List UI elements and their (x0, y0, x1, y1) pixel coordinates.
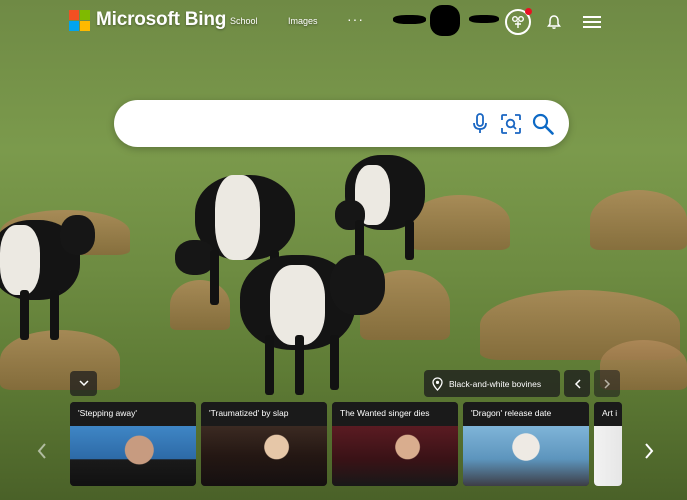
carousel-next-button[interactable] (639, 438, 659, 464)
bing-logo[interactable]: Microsoft Bing (69, 9, 226, 31)
redacted-avatar[interactable] (430, 5, 460, 36)
news-card-thumbnail (201, 426, 327, 486)
voice-search-button[interactable] (467, 111, 493, 137)
search-input[interactable] (134, 112, 464, 136)
previous-image-button[interactable] (564, 370, 590, 397)
menu-button[interactable] (579, 9, 605, 35)
image-caption: Black-and-white bovines (449, 378, 542, 389)
notification-dot (525, 8, 532, 15)
chevron-down-icon (78, 380, 89, 387)
news-card-thumbnail (332, 426, 458, 486)
microsoft-logo-icon (69, 9, 90, 31)
rewards-icon (512, 16, 524, 28)
news-card[interactable]: 'Traumatized' by slap (201, 402, 327, 486)
news-card[interactable]: Art i (594, 402, 622, 486)
redacted-points (469, 15, 499, 23)
chevron-right-icon (603, 378, 610, 389)
collapse-feed-button[interactable] (70, 371, 97, 396)
redacted-name (393, 15, 426, 24)
news-card-title: 'Traumatized' by slap (201, 402, 327, 426)
nav-more-button[interactable]: ··· (347, 11, 364, 27)
carousel-previous-button[interactable] (32, 438, 52, 464)
chevron-left-icon (37, 443, 46, 459)
news-card-title: The Wanted singer dies (332, 402, 458, 426)
location-pin-icon (432, 376, 443, 391)
search-icon (532, 113, 554, 135)
hamburger-icon (583, 16, 601, 28)
chevron-right-icon (645, 443, 654, 459)
visual-search-icon (501, 114, 521, 134)
notifications-button[interactable] (541, 9, 567, 35)
chevron-left-icon (574, 378, 581, 389)
search-button[interactable] (530, 111, 556, 137)
news-card[interactable]: 'Stepping away' (70, 402, 196, 486)
news-card-thumbnail (463, 426, 589, 486)
news-card[interactable]: The Wanted singer dies (332, 402, 458, 486)
news-card-title: Art i (594, 402, 622, 426)
news-card-title: 'Stepping away' (70, 402, 196, 426)
brand-name: Microsoft Bing (96, 9, 227, 30)
nav-images[interactable]: Images (288, 16, 318, 26)
rewards-button[interactable] (505, 8, 532, 35)
visual-search-button[interactable] (498, 111, 524, 137)
bell-icon (547, 15, 561, 29)
news-card-thumbnail (70, 426, 196, 486)
next-image-button[interactable] (594, 370, 620, 397)
header: Microsoft Bing School Images ··· (0, 0, 687, 44)
search-box (114, 100, 569, 147)
news-card-thumbnail (594, 426, 622, 486)
image-info-button[interactable]: Black-and-white bovines (424, 370, 560, 397)
nav-school[interactable]: School (230, 16, 258, 26)
news-card-title: 'Dragon' release date (463, 402, 589, 426)
microphone-icon (473, 113, 487, 133)
news-card[interactable]: 'Dragon' release date (463, 402, 589, 486)
